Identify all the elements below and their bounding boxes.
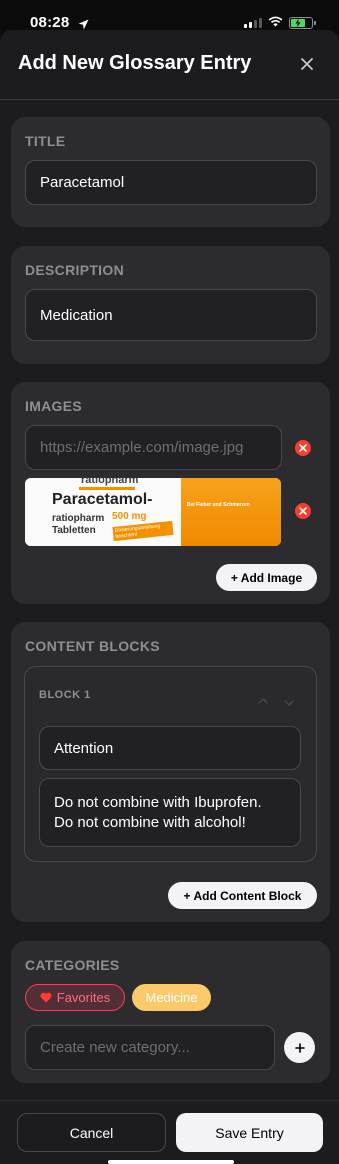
block-title-input[interactable]: Attention: [39, 726, 301, 770]
close-icon: [299, 507, 307, 515]
heart-icon: [40, 992, 52, 1003]
home-indicator: [108, 1160, 234, 1164]
description-section: DESCRIPTION Medication: [11, 246, 330, 364]
footer-bar: Cancel Save Entry: [0, 1100, 339, 1164]
status-time: 08:28: [30, 14, 70, 31]
thumbnail-note: Dosierungsanleitung beachten!: [112, 520, 174, 542]
description-section-label: DESCRIPTION: [25, 262, 124, 278]
title-section: TITLE Paracetamol: [11, 117, 330, 227]
categories-section: CATEGORIES Favorites Medicine Create new…: [11, 941, 330, 1083]
close-icon: [299, 444, 307, 452]
thumbnail-dose: 500 mg: [112, 511, 147, 522]
battery-icon: [289, 17, 316, 29]
chevron-up-icon: [258, 698, 268, 704]
chevron-down-icon: [284, 700, 294, 706]
content-block: BLOCK 1 Attention Do not combine with Ib…: [24, 666, 317, 862]
thumbnail-product-name: Paracetamol-: [52, 491, 153, 508]
cancel-button[interactable]: Cancel: [17, 1113, 166, 1152]
thumbnail-left-panel: ratiopharm Paracetamol- ratiopharm 500 m…: [25, 478, 181, 546]
thumbnail-right-panel: Bei Fieber und Schmerzen: [181, 478, 281, 546]
categories-section-label: CATEGORIES: [25, 957, 120, 973]
category-chip-label: Favorites: [56, 990, 111, 1005]
thumbnail-form: Tabletten: [52, 525, 96, 536]
close-icon: [301, 58, 313, 70]
close-button[interactable]: [295, 52, 319, 76]
add-image-button[interactable]: + Add Image: [216, 564, 317, 591]
thumbnail-logo: ratiopharm: [81, 478, 139, 486]
description-input[interactable]: Medication: [25, 289, 317, 341]
modal-header: Add New Glossary Entry: [0, 30, 339, 100]
category-chip-medicine[interactable]: Medicine: [132, 984, 211, 1011]
new-category-input[interactable]: Create new category...: [25, 1025, 275, 1070]
thumbnail-brand: ratiopharm: [52, 513, 105, 524]
content-blocks-section-label: CONTENT BLOCKS: [25, 638, 160, 654]
cellular-signal-icon: [244, 18, 262, 28]
title-section-label: TITLE: [25, 133, 66, 149]
category-chip-favorites[interactable]: Favorites: [25, 984, 125, 1011]
move-down-button[interactable]: [284, 693, 294, 706]
thumbnail-banner: Bei Fieber und Schmerzen: [187, 502, 250, 508]
plus-icon: [294, 1042, 305, 1053]
images-section-label: IMAGES: [25, 398, 83, 414]
content-blocks-section: CONTENT BLOCKS BLOCK 1 Attention Do not …: [11, 622, 330, 922]
image-thumbnail[interactable]: ratiopharm Paracetamol- ratiopharm 500 m…: [25, 478, 281, 546]
thumbnail-logo-underline: [79, 487, 135, 490]
category-chip-label: Medicine: [145, 990, 198, 1005]
move-up-button[interactable]: [258, 691, 268, 704]
image-url-input[interactable]: https://example.com/image.jpg: [25, 425, 282, 470]
block-body-input[interactable]: Do not combine with Ibuprofen. Do not co…: [39, 778, 301, 847]
remove-image-url-button[interactable]: [295, 440, 311, 456]
save-entry-button[interactable]: Save Entry: [176, 1113, 323, 1152]
page-title: Add New Glossary Entry: [18, 52, 252, 74]
remove-image-button[interactable]: [295, 503, 311, 519]
images-section: IMAGES https://example.com/image.jpg rat…: [11, 382, 330, 604]
add-category-button[interactable]: [284, 1032, 315, 1063]
title-input[interactable]: Paracetamol: [25, 160, 317, 205]
add-content-block-button[interactable]: + Add Content Block: [168, 882, 317, 909]
block-label: BLOCK 1: [39, 689, 91, 701]
